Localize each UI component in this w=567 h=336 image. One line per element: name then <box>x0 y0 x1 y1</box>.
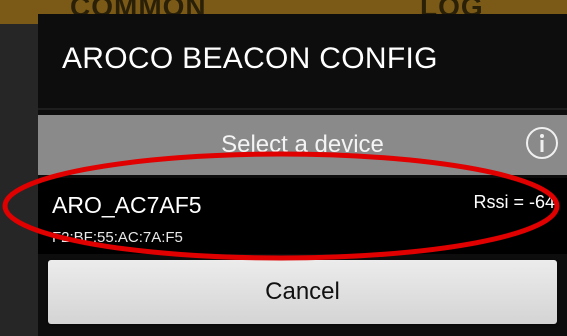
cancel-button[interactable]: Cancel <box>48 260 557 324</box>
select-device-label: Select a device <box>221 131 384 158</box>
device-select-dialog: AROCO BEACON CONFIG Select a device ARO_… <box>38 14 567 336</box>
dialog-title: AROCO BEACON CONFIG <box>62 42 438 75</box>
device-list-item[interactable]: ARO_AC7AF5 F2:BF:55:AC:7A:F5 Rssi = -64 <box>38 178 567 254</box>
title-divider <box>38 108 567 110</box>
select-device-header: Select a device <box>38 115 567 175</box>
device-name: ARO_AC7AF5 <box>52 192 202 218</box>
device-rssi: Rssi = -64 <box>473 192 555 212</box>
device-mac-address: F2:BF:55:AC:7A:F5 <box>52 229 183 246</box>
info-circle-icon[interactable] <box>525 126 559 160</box>
